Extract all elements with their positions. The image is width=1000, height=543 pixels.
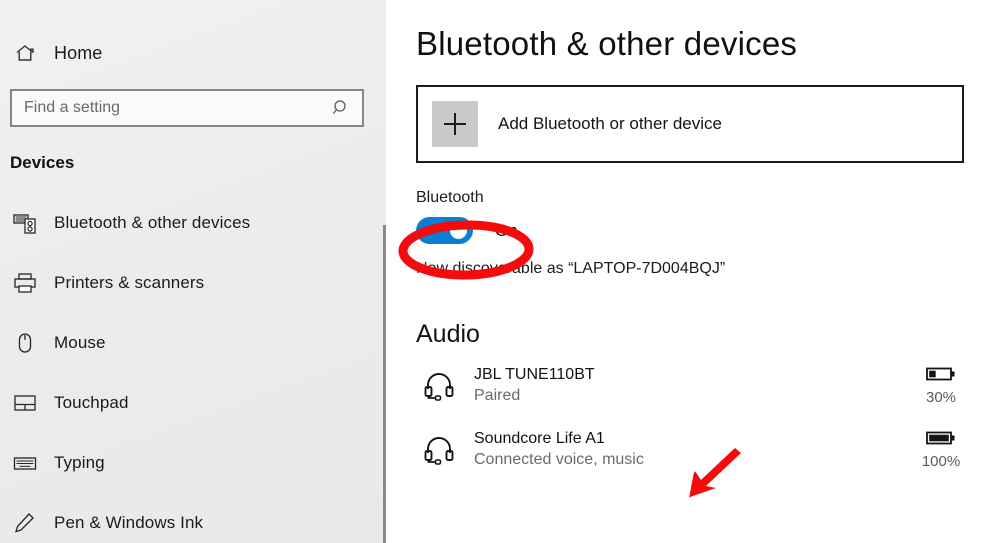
device-status: Paired (474, 387, 521, 404)
sidebar-item-home[interactable]: Home (10, 37, 386, 69)
add-bluetooth-device-button[interactable]: Add Bluetooth or other device (416, 85, 964, 163)
bluetooth-toggle[interactable] (416, 217, 473, 244)
audio-section-heading: Audio (416, 320, 480, 348)
bluetooth-toggle-state: On (495, 220, 518, 240)
sidebar: Home Devices (0, 0, 387, 543)
sidebar-section-title: Devices (10, 153, 75, 172)
sidebar-item-mouse[interactable]: Mouse (0, 313, 386, 373)
battery-indicator: 30% (906, 366, 976, 406)
battery-icon (926, 367, 955, 381)
pen-icon (10, 512, 40, 534)
touchpad-icon (10, 392, 40, 414)
battery-percent: 30% (925, 389, 957, 406)
bluetooth-toggle-row: On (416, 217, 1000, 244)
sidebar-item-bluetooth-other-devices[interactable]: Bluetooth & other devices (0, 193, 386, 253)
home-label: Home (54, 42, 103, 63)
search-icon[interactable] (332, 99, 350, 122)
printer-icon (10, 272, 40, 294)
sidebar-item-label: Mouse (54, 333, 106, 352)
battery-icon (926, 431, 955, 445)
device-name: JBL TUNE110BT (474, 366, 595, 383)
sidebar-nav: Bluetooth & other devices Printers & sca… (0, 193, 386, 543)
sidebar-item-printers-scanners[interactable]: Printers & scanners (0, 253, 386, 313)
sidebar-item-pen-windows-ink[interactable]: Pen & Windows Ink (0, 493, 386, 543)
add-device-label: Add Bluetooth or other device (498, 114, 722, 133)
device-row-soundcore[interactable]: Soundcore Life A1 Connected voice, music… (416, 423, 976, 477)
mouse-icon (10, 332, 40, 354)
device-name: Soundcore Life A1 (474, 430, 605, 447)
sidebar-item-label: Pen & Windows Ink (54, 513, 204, 532)
plus-icon (432, 101, 478, 147)
keyboard-icon (10, 452, 40, 474)
discoverable-text: Now discoverable as “LAPTOP-7D004BQJ” (416, 260, 726, 277)
battery-percent: 100% (921, 453, 961, 470)
headset-icon (416, 434, 462, 466)
device-row-jbl[interactable]: JBL TUNE110BT Paired 30% (416, 359, 976, 413)
home-icon (10, 42, 40, 64)
device-status: Connected voice, music (474, 451, 644, 468)
device-info: Soundcore Life A1 Connected voice, music (474, 429, 906, 471)
main-content: Bluetooth & other devices Add Bluetooth … (386, 0, 1000, 543)
search-input[interactable] (12, 91, 312, 125)
page-title: Bluetooth & other devices (416, 25, 798, 62)
bluetooth-devices-icon (10, 212, 40, 234)
sidebar-item-touchpad[interactable]: Touchpad (0, 373, 386, 433)
toggle-knob (450, 222, 467, 239)
battery-indicator: 100% (906, 430, 976, 470)
settings-window: Home Devices (0, 0, 1000, 543)
headset-icon (416, 370, 462, 402)
sidebar-item-label: Typing (54, 453, 105, 472)
sidebar-item-label: Printers & scanners (54, 273, 205, 292)
bluetooth-label: Bluetooth (416, 189, 484, 206)
sidebar-item-label: Touchpad (54, 393, 129, 412)
device-info: JBL TUNE110BT Paired (474, 365, 906, 407)
search-box[interactable] (10, 89, 364, 127)
sidebar-item-typing[interactable]: Typing (0, 433, 386, 493)
sidebar-item-label: Bluetooth & other devices (54, 213, 251, 232)
